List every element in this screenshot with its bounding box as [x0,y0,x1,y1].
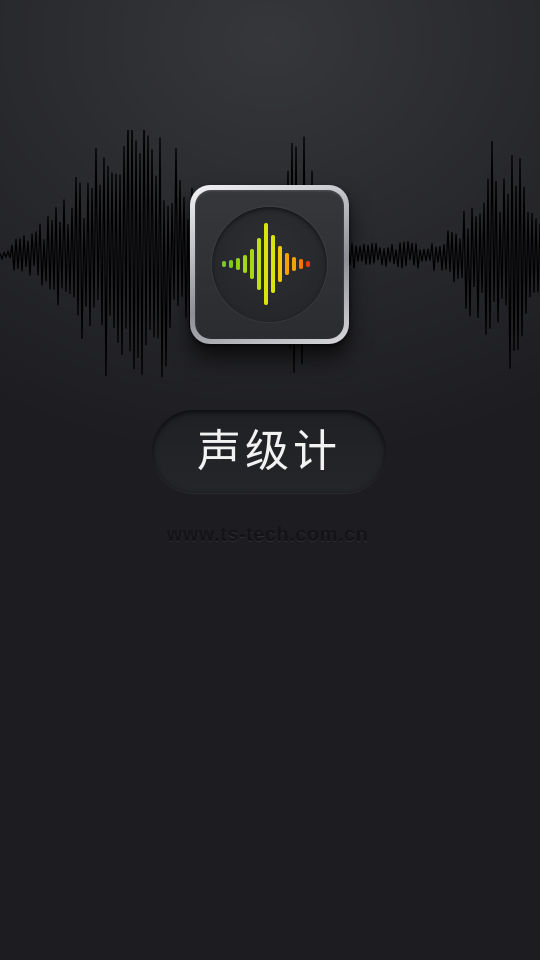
splash-screen: 声级计 www.ts-tech.com.cn [0,0,540,960]
app-title-pill: 声级计 [152,410,386,493]
level-bar [236,258,240,270]
app-icon [190,185,349,344]
app-icon-face [195,190,344,339]
level-bar [264,223,268,305]
level-bar [299,259,303,269]
level-bar [278,246,282,282]
level-bar [271,235,275,293]
app-title: 声级计 [197,425,341,477]
sound-level-meter-icon [222,223,310,305]
level-bar [250,249,254,279]
level-bar [257,238,261,290]
level-bar [243,255,247,273]
website-url: www.ts-tech.com.cn [166,524,369,546]
level-bar [306,261,310,267]
level-bar [285,253,289,275]
level-bar [222,261,226,267]
level-bar [229,260,233,268]
level-bar [292,257,296,271]
